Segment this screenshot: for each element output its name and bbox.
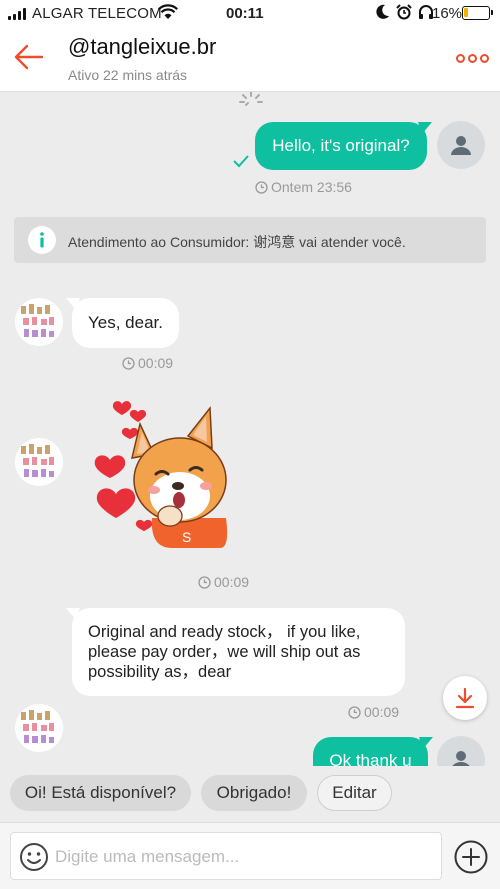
clock: 00:11 bbox=[226, 5, 264, 22]
person-icon bbox=[451, 136, 471, 155]
info-icon bbox=[28, 226, 56, 254]
message-timestamp: Ontem 23:56 bbox=[255, 179, 352, 195]
more-options-icon[interactable] bbox=[452, 48, 492, 68]
system-notice: Atendimento ao Consumidor: 谢鸿意 vai atend… bbox=[14, 217, 486, 263]
message-input-box[interactable] bbox=[10, 832, 442, 880]
wifi-icon bbox=[158, 4, 178, 19]
quick-replies: Oi! Está disponível? Obrigado! Editar bbox=[0, 766, 500, 822]
user-avatar[interactable] bbox=[437, 121, 485, 169]
svg-text:S: S bbox=[182, 529, 191, 545]
shop-logo-icon bbox=[21, 444, 54, 477]
emoji-icon[interactable] bbox=[19, 842, 49, 872]
message-input[interactable] bbox=[55, 845, 435, 869]
message-input-bar bbox=[0, 822, 500, 889]
message-text: Yes, dear. bbox=[88, 313, 163, 332]
carrier-name: ALGAR TELECOM bbox=[32, 5, 162, 22]
status-bar: ALGAR TELECOM 00:11 16% bbox=[0, 0, 500, 26]
moon-icon bbox=[376, 4, 389, 19]
shop-logo-icon bbox=[21, 710, 54, 743]
user-avatar[interactable] bbox=[437, 736, 485, 766]
arrow-down-icon bbox=[455, 687, 475, 709]
message-text: Original and ready stock， if you like, p… bbox=[88, 623, 361, 681]
chat-header: @tangleixue.br Ativo 22 mins atrás bbox=[0, 26, 500, 92]
shop-avatar[interactable] bbox=[15, 438, 63, 486]
message-bubble-in[interactable]: Original and ready stock， if you like, p… bbox=[72, 608, 405, 696]
chat-messages[interactable]: Hello, it's original? Ontem 23:56 Atendi… bbox=[0, 92, 500, 766]
clock-icon bbox=[198, 575, 211, 589]
active-status: Ativo 22 mins atrás bbox=[68, 67, 188, 83]
shop-avatar[interactable] bbox=[15, 298, 63, 346]
bubble-tail bbox=[418, 122, 432, 134]
chat-title[interactable]: @tangleixue.br bbox=[68, 34, 216, 60]
scroll-down-button[interactable] bbox=[443, 676, 487, 720]
message-timestamp: 00:09 bbox=[348, 704, 399, 720]
clock-icon bbox=[348, 705, 361, 719]
clock-icon bbox=[255, 180, 268, 194]
battery-percent: 16% bbox=[432, 5, 463, 22]
loading-spinner-icon bbox=[239, 92, 263, 106]
back-arrow-icon[interactable] bbox=[12, 40, 46, 74]
shop-avatar[interactable] bbox=[15, 704, 63, 752]
quick-reply-chip[interactable]: Oi! Está disponível? bbox=[10, 775, 191, 811]
message-bubble-out[interactable]: Hello, it's original? bbox=[255, 122, 427, 170]
battery-icon bbox=[462, 6, 493, 20]
corgi-hearts-sticker[interactable]: S bbox=[92, 398, 232, 558]
shop-logo-icon bbox=[21, 304, 54, 337]
message-bubble-out[interactable]: Ok thank u bbox=[313, 737, 428, 766]
read-check-icon bbox=[233, 155, 249, 168]
message-timestamp: 00:09 bbox=[198, 574, 249, 590]
message-text: Ok thank u bbox=[329, 751, 412, 766]
bubble-tail bbox=[419, 737, 433, 749]
quick-reply-chip[interactable]: Obrigado! bbox=[201, 775, 307, 811]
add-attachment-icon[interactable] bbox=[454, 840, 488, 874]
alarm-icon bbox=[396, 4, 412, 20]
signal-icon bbox=[8, 8, 26, 20]
person-icon bbox=[452, 751, 470, 766]
message-text: Hello, it's original? bbox=[272, 136, 410, 155]
edit-quick-replies-button[interactable]: Editar bbox=[317, 775, 392, 811]
message-timestamp: 00:09 bbox=[122, 355, 173, 371]
message-bubble-in[interactable]: Yes, dear. bbox=[72, 298, 179, 348]
notice-text: Atendimento ao Consumidor: 谢鸿意 vai atend… bbox=[68, 234, 406, 250]
clock-icon bbox=[122, 356, 135, 370]
